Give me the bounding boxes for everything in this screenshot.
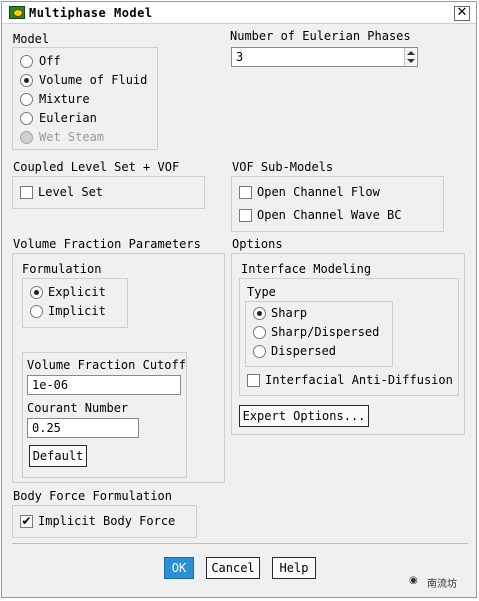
- level-set-checkbox[interactable]: [20, 186, 33, 199]
- radio-explicit-label: Explicit: [48, 285, 106, 299]
- coupled-heading: Coupled Level Set + VOF: [13, 160, 180, 174]
- vf-params-group: Formulation Explicit Implicit Volume Fra…: [12, 253, 225, 483]
- vf-params-heading: Volume Fraction Parameters: [13, 237, 201, 251]
- radio-off[interactable]: [20, 55, 33, 68]
- radio-eulerian[interactable]: [20, 112, 33, 125]
- close-button[interactable]: ✕: [454, 6, 470, 21]
- radio-wet-steam-label: Wet Steam: [39, 130, 105, 144]
- radio-off-label: Off: [39, 54, 61, 68]
- radio-implicit-label: Implicit: [48, 304, 106, 318]
- cutoff-label: Volume Fraction Cutoff: [27, 358, 186, 372]
- radio-dispersed-label: Dispersed: [271, 344, 337, 358]
- cutoff-input[interactable]: 1e-06: [27, 375, 181, 395]
- cancel-button[interactable]: Cancel: [206, 557, 260, 579]
- help-button[interactable]: Help: [272, 557, 316, 579]
- formulation-heading: Formulation: [22, 262, 102, 276]
- radio-implicit[interactable]: [30, 305, 43, 318]
- model-heading: Model: [13, 32, 50, 46]
- type-group: Sharp Sharp/Dispersed Dispersed: [245, 301, 393, 367]
- cutoff-group: Volume Fraction Cutoff 1e-06 Courant Num…: [22, 352, 187, 478]
- watermark-text: 南流坊: [427, 579, 457, 590]
- interface-modeling-heading: Interface Modeling: [241, 262, 372, 276]
- open-channel-wave-bc-label: Open Channel Wave BC: [257, 208, 402, 222]
- eulerian-phases-label: Number of Eulerian Phases: [230, 29, 411, 43]
- eulerian-phases-spinner[interactable]: 3: [231, 47, 418, 67]
- implicit-body-force-checkbox[interactable]: ✔: [20, 515, 33, 528]
- radio-dispersed[interactable]: [253, 345, 266, 358]
- fluent-app-icon: [9, 6, 25, 19]
- radio-mixture-label: Mixture: [39, 92, 90, 106]
- radio-wet-steam: [20, 131, 33, 144]
- coupled-group: Level Set: [12, 176, 205, 209]
- radio-sharp-label: Sharp: [271, 306, 308, 320]
- spin-up-icon[interactable]: [407, 51, 415, 55]
- anti-diffusion-label: Interfacial Anti-Diffusion: [265, 373, 453, 387]
- model-group: Off Volume of Fluid Mixture Eulerian Wet…: [12, 47, 158, 150]
- eulerian-phases-value: 3: [236, 50, 244, 64]
- anti-diffusion-checkbox[interactable]: [247, 374, 260, 387]
- window-title: Multiphase Model: [29, 6, 153, 20]
- level-set-label: Level Set: [38, 185, 104, 199]
- radio-sharp-dispersed[interactable]: [253, 326, 266, 339]
- radio-sharp-dispersed-label: Sharp/Dispersed: [271, 325, 380, 339]
- options-heading: Options: [232, 237, 283, 251]
- open-channel-flow-checkbox[interactable]: [239, 186, 252, 199]
- body-force-heading: Body Force Formulation: [13, 489, 172, 503]
- title-bar[interactable]: Multiphase Model ✕: [2, 2, 476, 24]
- spin-down-icon[interactable]: [407, 59, 415, 63]
- watermark-icon: ◉: [409, 575, 418, 586]
- radio-volume-of-fluid[interactable]: [20, 74, 33, 87]
- open-channel-wave-bc-checkbox[interactable]: [239, 209, 252, 222]
- default-button[interactable]: Default: [29, 445, 87, 467]
- radio-sharp[interactable]: [253, 307, 266, 320]
- radio-eulerian-label: Eulerian: [39, 111, 97, 125]
- courant-label: Courant Number: [27, 401, 129, 415]
- body-force-group: ✔ Implicit Body Force: [12, 505, 197, 538]
- radio-mixture[interactable]: [20, 93, 33, 106]
- dialog-window: Multiphase Model ✕ Model Off Volume of F…: [1, 1, 477, 598]
- type-heading: Type: [247, 285, 276, 299]
- open-channel-flow-label: Open Channel Flow: [257, 185, 380, 199]
- formulation-group: Explicit Implicit: [22, 278, 128, 328]
- radio-explicit[interactable]: [30, 286, 43, 299]
- interface-modeling-group: Type Sharp Sharp/Dispersed Dispersed Int…: [239, 278, 459, 396]
- divider: [12, 543, 468, 544]
- radio-volume-of-fluid-label: Volume of Fluid: [39, 73, 148, 87]
- courant-input[interactable]: 0.25: [27, 418, 139, 438]
- expert-options-button[interactable]: Expert Options...: [239, 405, 369, 427]
- vof-submodels-group: Open Channel Flow Open Channel Wave BC: [231, 176, 444, 232]
- implicit-body-force-label: Implicit Body Force: [38, 514, 176, 528]
- spinner-arrows[interactable]: [404, 48, 416, 66]
- options-group: Interface Modeling Type Sharp Sharp/Disp…: [231, 253, 465, 435]
- vof-submodels-heading: VOF Sub-Models: [232, 160, 334, 174]
- ok-button[interactable]: OK: [164, 557, 194, 579]
